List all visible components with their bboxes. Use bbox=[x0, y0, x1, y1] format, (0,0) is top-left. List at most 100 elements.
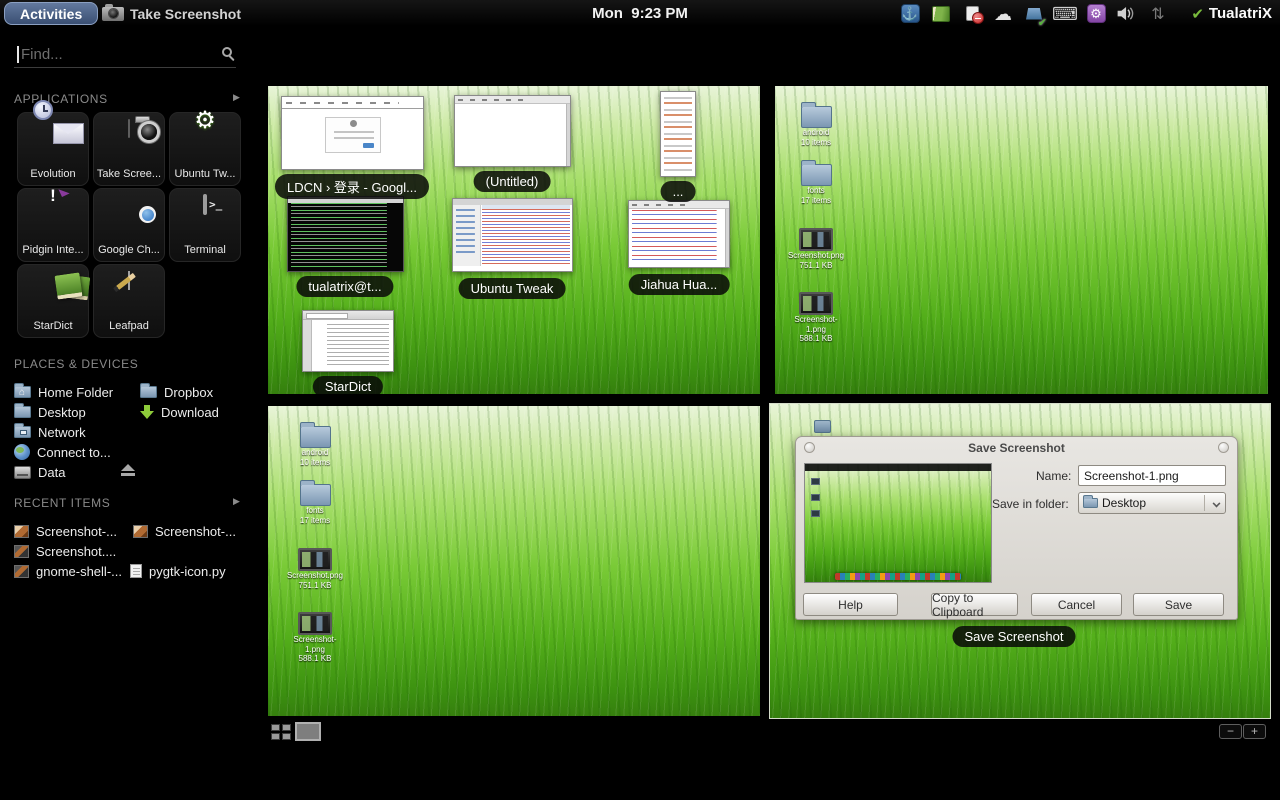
recent-header: RECENT ITEMS bbox=[14, 496, 110, 510]
place-label: Connect to... bbox=[37, 445, 111, 460]
eject-icon[interactable] bbox=[120, 464, 136, 476]
workspace-grid-view-toggle[interactable] bbox=[271, 724, 292, 741]
workspace-single-view-toggle[interactable] bbox=[295, 722, 321, 741]
add-workspace-button[interactable]: + bbox=[1243, 724, 1266, 739]
cloud-icon[interactable]: ☁ bbox=[993, 4, 1013, 24]
workspace-4[interactable]: Save Screenshot Name: Save in folder: De… bbox=[770, 404, 1270, 718]
window-terminal[interactable] bbox=[287, 196, 404, 272]
app-label: Take Scree... bbox=[94, 168, 164, 180]
window-browser[interactable] bbox=[281, 96, 424, 170]
home-folder-icon: ⌂ bbox=[14, 386, 31, 398]
activities-button[interactable]: Activities bbox=[4, 2, 98, 25]
window-more[interactable] bbox=[660, 91, 696, 177]
name-label: Name: bbox=[1036, 469, 1071, 483]
recent-label: Screenshot.... bbox=[36, 544, 116, 559]
place-network[interactable]: Network bbox=[14, 422, 86, 442]
app-label: Leafpad bbox=[94, 320, 164, 332]
app-tile-stardict[interactable]: StarDict bbox=[17, 264, 89, 338]
save-screenshot-dialog[interactable]: Save Screenshot Name: Save in folder: De… bbox=[795, 436, 1238, 620]
window-label: Ubuntu Tweak bbox=[459, 278, 566, 299]
recent-item[interactable]: gnome-shell-... bbox=[14, 561, 122, 581]
recent-label: Screenshot-... bbox=[155, 524, 236, 539]
grid-cell bbox=[271, 724, 280, 731]
screenshot-preview bbox=[804, 463, 992, 583]
place-label: Desktop bbox=[38, 405, 86, 420]
notifications-disabled-icon[interactable] bbox=[962, 4, 982, 24]
ubuntu-tweak-tray-icon[interactable]: ⚙ bbox=[1086, 4, 1106, 24]
workspace-3[interactable]: android 10 items fonts 17 items Screensh… bbox=[268, 406, 760, 716]
folder-select[interactable]: Desktop bbox=[1078, 492, 1226, 514]
applications-expand-icon[interactable]: ▶ bbox=[233, 92, 240, 103]
top-panel: Activities Take Screenshot Mon 9:23 PM ⚓… bbox=[0, 0, 1280, 27]
text-file-icon bbox=[130, 564, 142, 578]
workspace-1[interactable]: LDCN › 登录 - Googl... (Untitled) ... tual… bbox=[268, 86, 760, 394]
combo-separator bbox=[1204, 495, 1205, 511]
app-tile-leafpad[interactable]: Leafpad bbox=[93, 264, 165, 338]
app-label: Terminal bbox=[170, 244, 240, 256]
workspace-2[interactable]: android 10 items fonts 17 items Screensh… bbox=[775, 86, 1268, 394]
dropbox-icon[interactable]: ✔ bbox=[1024, 4, 1044, 24]
applications-header: APPLICATIONS bbox=[14, 92, 108, 106]
stardict-tray-icon[interactable] bbox=[931, 4, 951, 24]
app-tile-pidgin[interactable]: Pidgin Inte... bbox=[17, 188, 89, 262]
window-content bbox=[453, 205, 481, 266]
cancel-button[interactable]: Cancel bbox=[1031, 593, 1122, 616]
app-label: Evolution bbox=[18, 168, 88, 180]
place-connect-to[interactable]: Connect to... bbox=[14, 442, 111, 462]
copy-to-clipboard-button[interactable]: Copy to Clipboard bbox=[931, 593, 1018, 616]
folder-icon bbox=[1083, 498, 1098, 508]
place-data-drive[interactable]: Data bbox=[14, 462, 65, 482]
app-tile-evolution[interactable]: Evolution bbox=[17, 112, 89, 186]
window-stardict[interactable] bbox=[302, 310, 394, 372]
filename-input[interactable] bbox=[1078, 465, 1226, 486]
app-tile-chrome[interactable]: Google Ch... bbox=[93, 188, 165, 262]
image-thumbnail-icon bbox=[799, 292, 833, 315]
recent-item[interactable]: Screenshot-... bbox=[14, 521, 117, 541]
place-label: Network bbox=[38, 425, 86, 440]
place-dropbox[interactable]: Dropbox bbox=[140, 382, 213, 402]
image-file-icon bbox=[133, 525, 148, 538]
user-menu[interactable]: ✔ TualatriX bbox=[1191, 0, 1272, 27]
window-chat[interactable] bbox=[628, 200, 730, 268]
activities-label: Activities bbox=[20, 6, 82, 22]
preview-desktop-icon bbox=[811, 510, 820, 517]
window-ubuntu-tweak[interactable] bbox=[452, 198, 573, 272]
window-content bbox=[482, 209, 570, 265]
focused-app-menu[interactable]: Take Screenshot bbox=[102, 0, 241, 27]
window-label: tualatrix@t... bbox=[296, 276, 393, 297]
place-download[interactable]: Download bbox=[140, 402, 219, 422]
window-label: ... bbox=[661, 181, 696, 202]
preview-topbar bbox=[805, 464, 991, 471]
docky-anchor-icon[interactable]: ⚓ bbox=[900, 4, 920, 24]
recent-expand-icon[interactable]: ▶ bbox=[233, 496, 240, 507]
volume-icon[interactable] bbox=[1117, 4, 1137, 24]
place-label: Dropbox bbox=[164, 385, 213, 400]
desktop-icon-folder: fonts 17 items bbox=[286, 484, 344, 525]
search-input[interactable] bbox=[21, 43, 206, 66]
app-tile-take-screenshot[interactable]: Take Scree... bbox=[93, 112, 165, 186]
recent-item[interactable]: Screenshot.... bbox=[14, 541, 116, 561]
app-label: Ubuntu Tw... bbox=[170, 168, 240, 180]
search-box[interactable] bbox=[14, 42, 236, 68]
app-tile-ubuntu-tweak[interactable]: Ubuntu Tw... bbox=[169, 112, 241, 186]
place-home-folder[interactable]: ⌂ Home Folder bbox=[14, 382, 113, 402]
window-content bbox=[282, 97, 423, 109]
keyboard-input-icon[interactable]: ⌨ bbox=[1055, 4, 1075, 24]
window-label: LDCN › 登录 - Googl... bbox=[275, 174, 429, 199]
window-label: StarDict bbox=[313, 376, 383, 394]
place-desktop[interactable]: Desktop bbox=[14, 402, 86, 422]
recent-item[interactable]: pygtk-icon.py bbox=[130, 561, 226, 581]
clock[interactable]: Mon 9:23 PM bbox=[592, 0, 688, 27]
dropbox-folder-icon bbox=[140, 386, 157, 398]
network-transfer-icon[interactable]: ⇅ bbox=[1148, 4, 1168, 24]
desktop-icon-folder: fonts 17 items bbox=[787, 164, 845, 205]
desktop-icon-behind-dialog bbox=[814, 420, 831, 433]
app-tile-terminal[interactable]: Terminal bbox=[169, 188, 241, 262]
folder-icon bbox=[300, 426, 331, 448]
recent-item[interactable]: Screenshot-... bbox=[133, 521, 236, 541]
remove-workspace-button[interactable]: − bbox=[1219, 724, 1242, 739]
help-button[interactable]: Help bbox=[803, 593, 898, 616]
save-button[interactable]: Save bbox=[1133, 593, 1224, 616]
desktop-icon-image: Screenshot.png 751.1 KB bbox=[286, 548, 344, 590]
window-untitled[interactable] bbox=[454, 95, 571, 167]
